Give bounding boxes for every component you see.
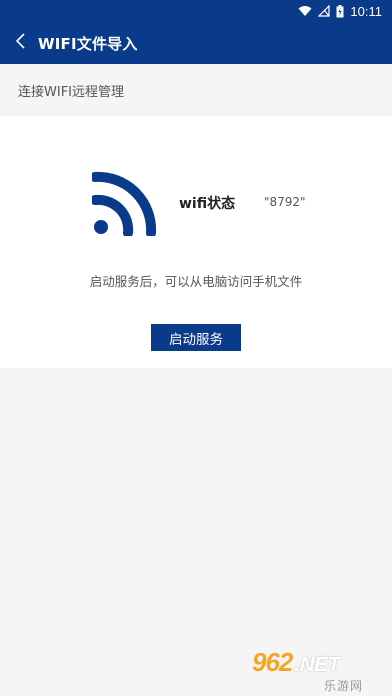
watermark-number: 962 — [252, 647, 293, 677]
app-bar: WIFI文件导入 — [0, 22, 392, 64]
page-title: WIFI文件导入 — [38, 34, 138, 53]
site-watermark-logo: 962 .NET 乐游网 — [252, 645, 388, 693]
subheader-text: 连接WIFI远程管理 — [18, 84, 124, 100]
status-time: 10:11 — [350, 3, 382, 19]
start-service-button[interactable]: 启动服务 — [151, 324, 241, 351]
cell-signal-off-icon — [318, 5, 331, 17]
service-hint-text: 启动服务后，可以从电脑访问手机文件 — [89, 274, 303, 289]
back-button[interactable] — [4, 22, 38, 64]
section-subheader: 连接WIFI远程管理 — [0, 64, 392, 116]
watermark-suffix: .NET — [294, 654, 340, 676]
battery-charging-icon — [336, 4, 344, 18]
watermark-subtitle: 乐游网 — [324, 679, 364, 693]
wifi-status-label: wifi状态 — [179, 196, 236, 212]
status-bar: 10:11 — [0, 0, 392, 22]
chevron-left-icon — [15, 32, 27, 54]
wifi-icon — [90, 166, 162, 238]
wifi-service-card: wifi状态 "8792" 启动服务后，可以从电脑访问手机文件 启动服务 — [0, 116, 392, 368]
wifi-status-value: "8792" — [264, 195, 306, 209]
watermark-brand: 962 .NET — [252, 647, 340, 678]
wifi-signal-icon — [298, 5, 312, 17]
